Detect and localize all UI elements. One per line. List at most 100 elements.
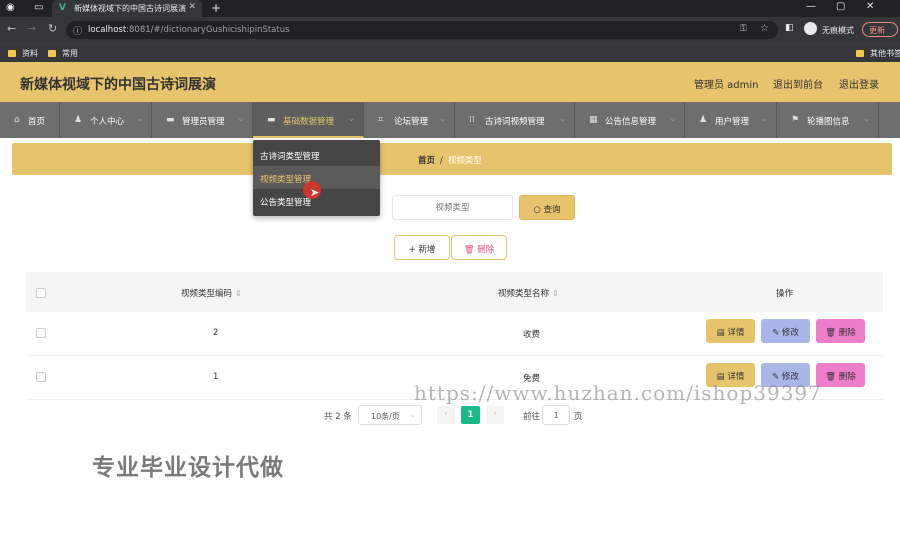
trash-icon: 🗑 <box>463 245 475 255</box>
row-checkbox[interactable] <box>36 372 46 382</box>
bookmark-star-icon[interactable]: ☆ <box>760 23 769 34</box>
detail-button[interactable]: ▤ 详情 <box>706 319 755 343</box>
edit-button[interactable]: ✎ 修改 <box>761 319 810 343</box>
nav-item-profile[interactable]: ♟ 个人中心 ⌄ <box>60 102 152 138</box>
cell-code: 2 <box>213 328 219 338</box>
breadcrumb-band: 首页 / 视频类型 <box>12 143 892 175</box>
nav-label: 首页 <box>28 117 46 127</box>
prev-page-button[interactable]: ‹ <box>437 406 455 424</box>
key-icon[interactable]: ⚿ <box>740 24 747 34</box>
nav-item-carousel[interactable]: ⚑ 轮播图信息 ⌄ <box>777 102 879 138</box>
page-suffix: 页 <box>574 412 583 422</box>
sort-icon[interactable]: ⇕ <box>552 289 559 298</box>
breadcrumb-separator: / <box>440 156 443 166</box>
chevron-down-icon: ⌄ <box>559 114 566 123</box>
monitor-icon: ▬ <box>166 115 175 125</box>
watermark-url: https://www.huzhan.com/ishop39397 <box>414 381 822 405</box>
maximize-icon[interactable]: ▢ <box>836 1 845 12</box>
next-page-button[interactable]: › <box>486 406 504 424</box>
chevron-down-icon: ⌄ <box>669 114 676 123</box>
chevron-down-icon: ⌄ <box>439 114 446 123</box>
nav-item-admin-manage[interactable]: ▬ 管理员管理 ⌄ <box>152 102 253 138</box>
cell-name: 收费 <box>523 330 541 340</box>
row-checkbox[interactable] <box>36 328 46 338</box>
bookmark-folder-changyong[interactable]: 常用 <box>48 48 78 59</box>
back-icon[interactable]: ← <box>7 22 16 35</box>
reload-icon[interactable]: ↻ <box>48 22 57 35</box>
nav-label: 基础数据管理 <box>283 117 335 127</box>
url-text: localhost:8081/#/dictionaryGushicishipin… <box>88 25 290 35</box>
nav-item-poem-video[interactable]: ⁞⁞ 古诗词视频管理 ⌄ <box>455 102 575 138</box>
page-size-select[interactable]: 10条/页 ⌄ <box>358 405 422 425</box>
column-header-name[interactable]: 视频类型名称 ⇕ <box>498 287 559 299</box>
folder-icon <box>48 50 56 57</box>
nav-item-home[interactable]: ⌂ 首页 <box>0 102 60 138</box>
minimize-icon[interactable]: — <box>806 1 816 12</box>
delete-label: 删除 <box>838 372 856 382</box>
nav-item-basic-data[interactable]: ▬ 基础数据管理 ⌄ <box>253 102 364 138</box>
goto-label: 前往 <box>523 412 541 422</box>
back-to-front-link[interactable]: 退出到前台 <box>773 76 823 91</box>
brush-icon: ⚑ <box>791 115 800 125</box>
folder-icon <box>856 50 864 57</box>
basic-data-dropdown: 古诗词类型管理 视频类型管理 公告类型管理 <box>253 140 380 216</box>
search-button[interactable]: ○ 查询 <box>519 195 575 220</box>
nav-label: 个人中心 <box>90 117 125 127</box>
breadcrumb-current: 视频类型 <box>447 156 482 166</box>
video-type-search-input[interactable] <box>392 195 513 220</box>
folder-icon <box>8 50 16 57</box>
nav-label: 用户管理 <box>715 117 750 127</box>
delete-button[interactable]: 🗑 删除 <box>816 319 865 343</box>
add-button[interactable]: + 新增 <box>394 235 450 260</box>
browser-tab[interactable]: V 新媒体视域下的中国古诗词展演 ✕ <box>52 0 202 17</box>
browser-toolbar: ← → ↻ ⓘ localhost:8081/#/dictionaryGushi… <box>0 17 900 43</box>
main-nav: ⌂ 首页 ♟ 个人中心 ⌄ ▬ 管理员管理 ⌄ ▬ 基础数据管理 ⌄ ⌗ 论坛管… <box>0 102 900 138</box>
address-bar[interactable]: ⓘ localhost:8081/#/dictionaryGushiciship… <box>66 21 778 39</box>
column-label: 视频类型编码 <box>181 289 233 299</box>
plus-icon: + <box>408 245 416 255</box>
nav-label: 管理员管理 <box>182 117 225 127</box>
bookmark-folder-ziliao[interactable]: 资料 <box>8 48 38 59</box>
calendar-icon: ▦ <box>589 115 598 125</box>
column-header-actions: 操作 <box>776 289 794 299</box>
delete-label: 删除 <box>838 328 856 338</box>
update-button[interactable]: 更新 <box>862 22 898 37</box>
vue-favicon-icon: V <box>59 3 66 13</box>
doc-icon: ▤ <box>716 328 725 338</box>
delete-button-label: 删除 <box>477 245 495 255</box>
window-close-icon[interactable]: ✕ <box>866 1 874 12</box>
forward-icon[interactable]: → <box>27 22 36 35</box>
bookmark-label: 资料 <box>22 49 38 58</box>
tab-search-icon[interactable]: ▭ <box>34 2 43 13</box>
tab-close-icon[interactable]: ✕ <box>188 2 196 12</box>
sidepanel-icon[interactable]: ◧ <box>785 23 794 33</box>
url-host: localhost <box>88 25 127 35</box>
page-number-current[interactable]: 1 <box>461 406 480 424</box>
goto-page-input[interactable]: 1 <box>542 405 570 425</box>
new-tab-icon[interactable]: + <box>211 1 221 15</box>
user-icon: ♟ <box>74 115 83 125</box>
logout-link[interactable]: 退出登录 <box>839 76 879 91</box>
nav-item-notice[interactable]: ▦ 公告信息管理 ⌄ <box>575 102 685 138</box>
dropdown-item-poem-type[interactable]: 古诗词类型管理 <box>253 143 380 166</box>
chevron-down-icon: ⌄ <box>761 114 768 123</box>
app-header: 新媒体视域下的中国古诗词展演 管理员 admin 退出到前台 退出登录 <box>0 62 900 102</box>
search-button-label: 查询 <box>543 205 561 215</box>
batch-delete-button[interactable]: 🗑 删除 <box>451 235 507 260</box>
bookmark-folder-other[interactable]: 其他书签 <box>856 48 900 59</box>
bookmark-label: 其他书签 <box>870 49 900 58</box>
select-all-checkbox[interactable] <box>36 288 46 298</box>
site-title: 新媒体视域下的中国古诗词展演 <box>20 77 216 93</box>
tab-title: 新媒体视域下的中国古诗词展演 <box>74 4 186 13</box>
breadcrumb-home[interactable]: 首页 <box>418 156 435 166</box>
chevron-down-icon: ⌄ <box>237 114 244 123</box>
column-header-code[interactable]: 视频类型编码 ⇕ <box>181 287 242 299</box>
sort-icon[interactable]: ⇕ <box>235 289 242 298</box>
site-info-icon[interactable]: ⓘ <box>73 24 82 37</box>
watermark-ad: 专业毕业设计代做 <box>92 455 284 481</box>
browser-menu-icon[interactable]: ◉ <box>6 2 15 13</box>
delete-button[interactable]: 🗑 删除 <box>816 363 865 387</box>
nav-item-forum[interactable]: ⌗ 论坛管理 ⌄ <box>364 102 455 138</box>
nav-item-users[interactable]: ♟ 用户管理 ⌄ <box>685 102 777 138</box>
chevron-down-icon: ⌄ <box>136 114 143 123</box>
